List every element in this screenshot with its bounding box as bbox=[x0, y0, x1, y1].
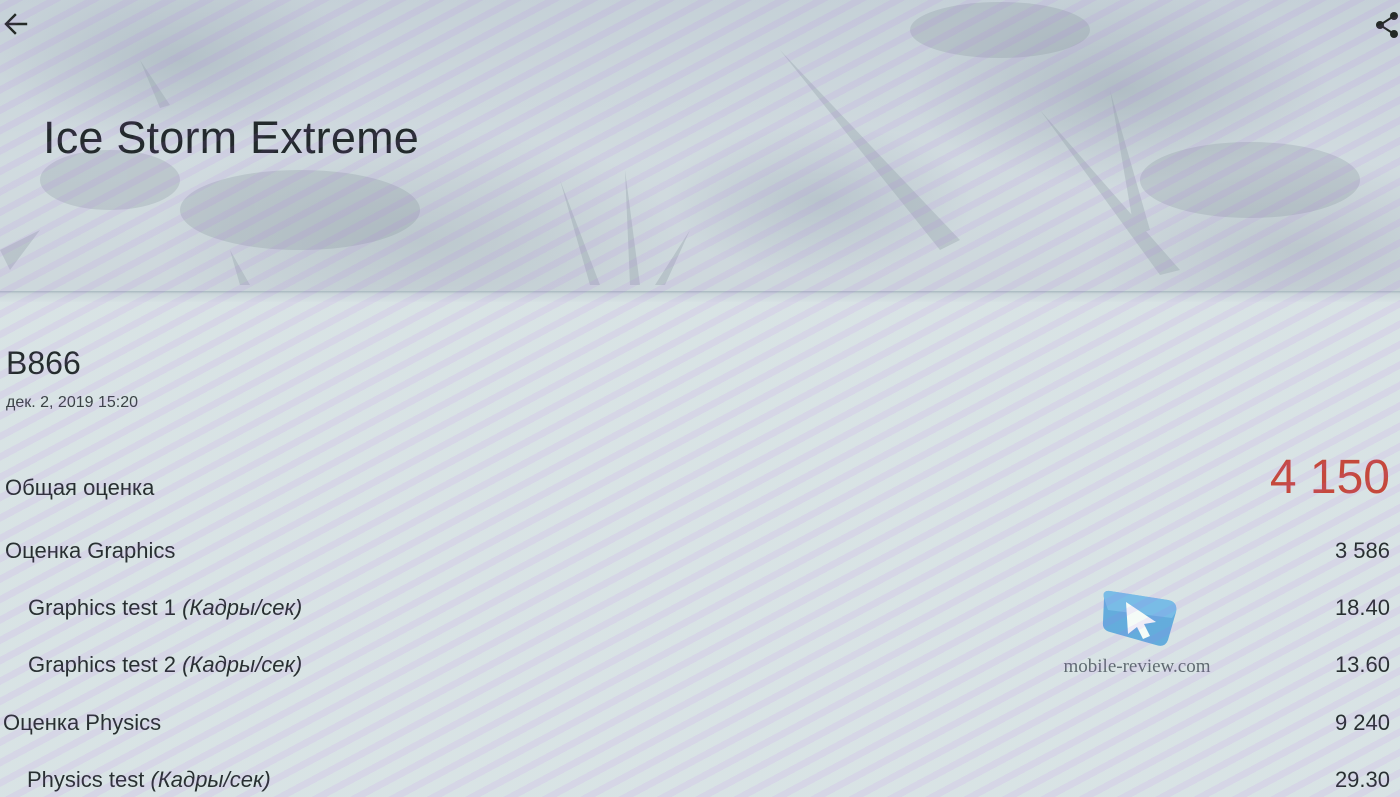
watermark: mobile-review.com bbox=[1062, 588, 1212, 680]
device-name: B866 bbox=[6, 345, 81, 381]
physics-score-value: 9 240 bbox=[1334, 710, 1390, 735]
physics-test-unit: (Кадры/сек) bbox=[150, 767, 271, 792]
graphics-test-2-name: Graphics test 2 bbox=[28, 652, 176, 677]
graphics-test-1-unit: (Кадры/сек) bbox=[182, 595, 303, 620]
watermark-text: mobile-review.com bbox=[1063, 656, 1211, 677]
overall-score-label: Общая оценка bbox=[5, 475, 155, 500]
overall-score-value: 4 150 bbox=[1269, 451, 1390, 504]
physics-test-name: Physics test bbox=[27, 767, 145, 792]
cursor-logo-icon bbox=[1102, 590, 1177, 646]
share-icon[interactable] bbox=[1372, 10, 1398, 40]
header-divider bbox=[0, 291, 1400, 302]
graphics-test-1-name: Graphics test 1 bbox=[28, 595, 176, 620]
graphics-test-2-label: Graphics test 2 (Кадры/сек) bbox=[28, 652, 302, 678]
graphics-test-1-value: 18.40 bbox=[1334, 595, 1390, 620]
physics-score-label: Оценка Physics bbox=[3, 710, 162, 735]
graphics-test-2-unit: (Кадры/сек) bbox=[182, 652, 303, 677]
arrow-left-icon[interactable] bbox=[2, 10, 30, 38]
page-title: Ice Storm Extreme bbox=[43, 112, 419, 163]
physics-test-value: 29.30 bbox=[1334, 767, 1390, 792]
graphics-score-label: Оценка Graphics bbox=[5, 538, 176, 563]
graphics-test-1-label: Graphics test 1 (Кадры/сек) bbox=[28, 595, 302, 621]
graphics-score-value: 3 586 bbox=[1334, 538, 1390, 563]
physics-test-label: Physics test (Кадры/сек) bbox=[27, 767, 271, 793]
result-screen: Ice Storm Extreme B866 дек. 2, 2019 15:2… bbox=[0, 0, 1400, 797]
graphics-test-2-value: 13.60 bbox=[1334, 652, 1390, 677]
result-date: дек. 2, 2019 15:20 bbox=[6, 394, 138, 411]
